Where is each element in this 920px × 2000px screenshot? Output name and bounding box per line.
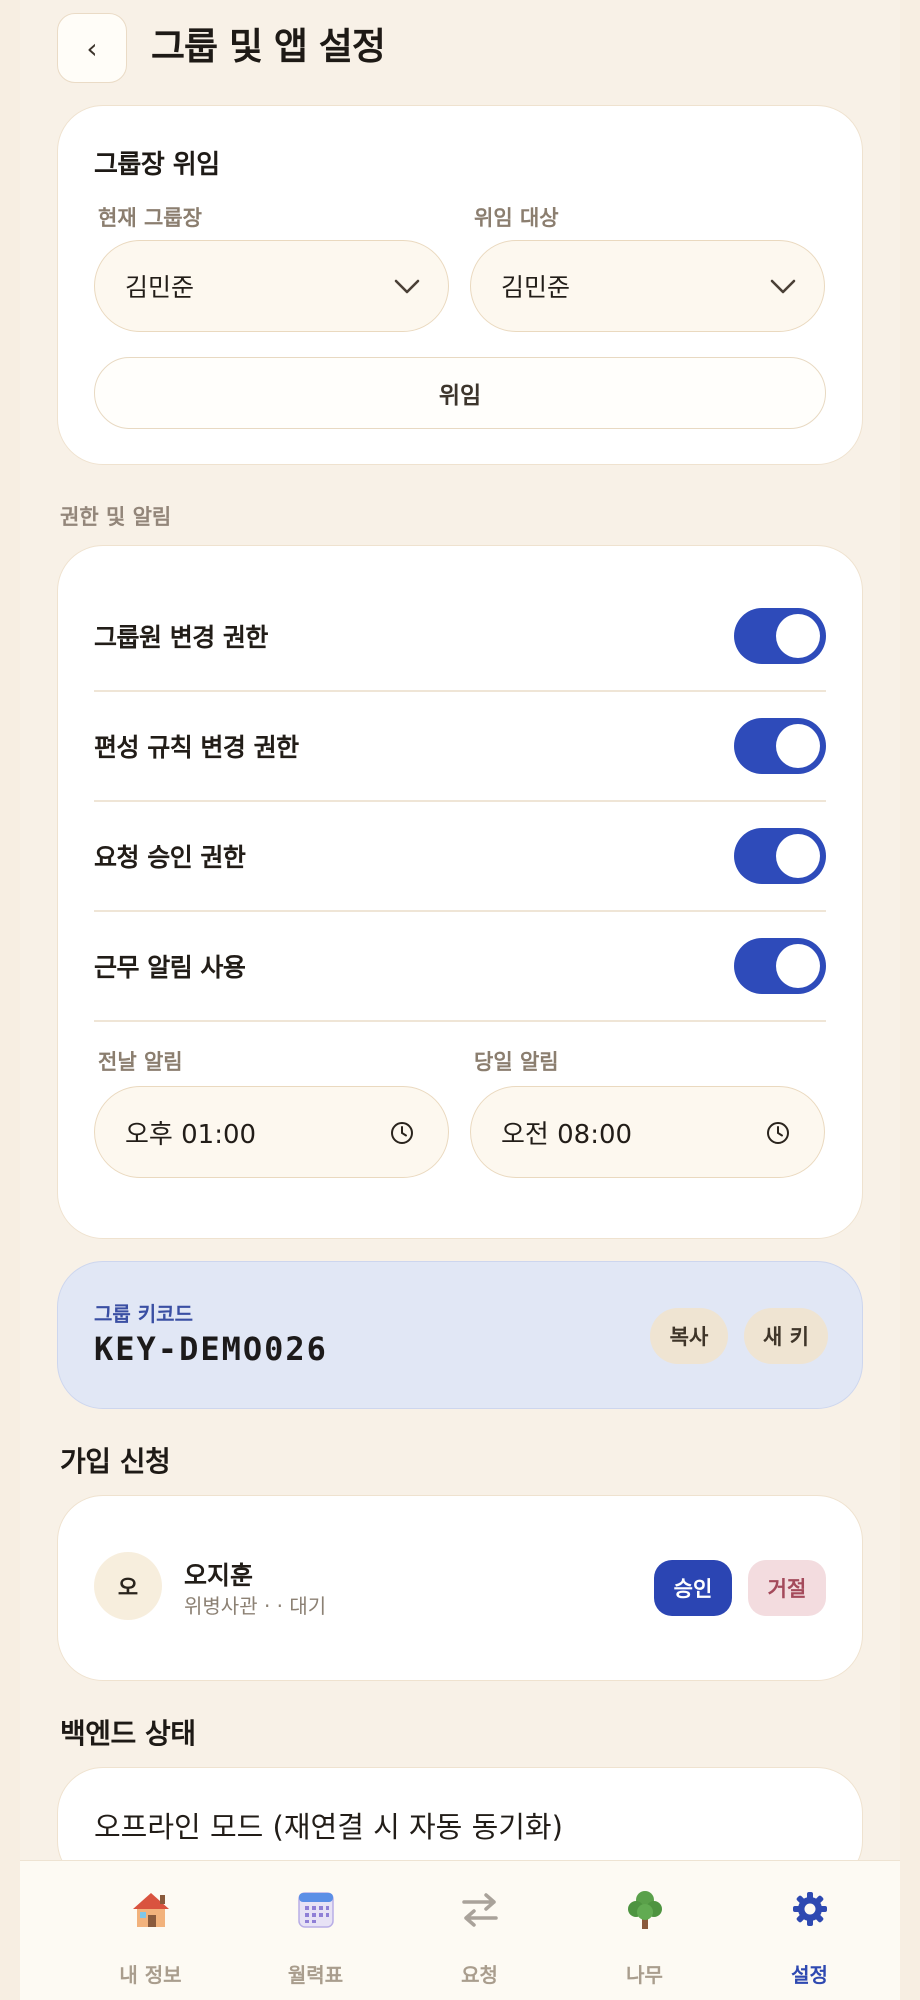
duty-alert-toggle[interactable]	[734, 938, 826, 994]
back-button[interactable]: ‹	[57, 13, 127, 83]
prev-day-alert-label: 전날 알림	[98, 1050, 183, 1074]
permission-label: 요청 승인 권한	[94, 843, 246, 872]
permission-row-request-approve: 요청 승인 권한	[94, 802, 826, 912]
current-leader-value: 김민준	[125, 273, 195, 302]
permission-row-member-edit: 그룹원 변경 권한	[94, 582, 826, 692]
current-leader-select[interactable]: 김민준	[94, 240, 449, 332]
permissions-section-label: 권한 및 알림	[60, 505, 172, 529]
swap-arrows-icon	[461, 1893, 498, 1927]
copy-key-button[interactable]: 복사	[650, 1308, 728, 1364]
nav-item-tree[interactable]: 나무	[562, 1861, 727, 2000]
group-key-card: 그룹 키코드 KEY-DEMO026 복사 새 키	[57, 1261, 863, 1409]
clock-icon	[767, 1122, 789, 1144]
delegate-target-label: 위임 대상	[474, 206, 559, 230]
page-title: 그룹 및 앱 설정	[151, 25, 386, 68]
group-key-label: 그룹 키코드	[94, 1302, 193, 1326]
prev-day-time-value: 오후 01:00	[125, 1119, 257, 1150]
group-key-value: KEY-DEMO026	[94, 1330, 328, 1368]
permission-row-rule-edit: 편성 규칙 변경 권한	[94, 692, 826, 802]
nav-item-requests[interactable]: 요청	[397, 1861, 562, 2000]
delegate-card-title: 그룹장 위임	[94, 150, 220, 180]
permissions-card: 그룹원 변경 권한 편성 규칙 변경 권한 요청 승인 권한 근무 알림 사용 …	[57, 545, 863, 1239]
calendar-icon	[297, 1892, 334, 1928]
nav-label: 설정	[791, 1963, 828, 1987]
backend-status-text: 오프라인 모드 (재연결 시 자동 동기화)	[94, 1810, 563, 1844]
new-key-button[interactable]: 새 키	[744, 1308, 828, 1364]
nav-label: 월력표	[287, 1963, 344, 1987]
request-approve-toggle[interactable]	[734, 828, 826, 884]
nav-item-calendar[interactable]: 월력표	[233, 1861, 398, 2000]
delegate-button[interactable]: 위임	[94, 357, 826, 429]
nav-label: 내 정보	[119, 1963, 182, 1987]
bottom-nav: 내 정보 월력표 요청 나무 설정	[20, 1860, 900, 2000]
tree-icon	[627, 1891, 662, 1929]
permission-label: 근무 알림 사용	[94, 953, 246, 982]
chevron-left-icon: ‹	[86, 31, 98, 65]
rule-edit-toggle[interactable]	[734, 718, 826, 774]
nav-label: 요청	[461, 1963, 498, 1987]
permission-label: 그룹원 변경 권한	[94, 623, 268, 652]
reject-button[interactable]: 거절	[748, 1560, 826, 1616]
chevron-down-icon	[770, 279, 796, 294]
join-request-card: 오 오지훈 위병사관 · · 대기 승인 거절	[57, 1495, 863, 1681]
same-day-time-value: 오전 08:00	[501, 1119, 633, 1150]
clock-icon	[391, 1122, 413, 1144]
join-requests-heading: 가입 신청	[60, 1445, 171, 1478]
permission-label: 편성 규칙 변경 권한	[94, 733, 299, 762]
delegate-target-select[interactable]: 김민준	[470, 240, 825, 332]
nav-item-settings[interactable]: 설정	[727, 1861, 892, 2000]
current-leader-label: 현재 그룹장	[98, 206, 202, 230]
prev-day-time-input[interactable]: 오후 01:00	[94, 1086, 449, 1178]
avatar: 오	[94, 1552, 162, 1620]
backend-status-heading: 백엔드 상태	[60, 1717, 196, 1750]
approve-button[interactable]: 승인	[654, 1560, 732, 1616]
applicant-name: 오지훈	[184, 1561, 254, 1590]
member-edit-toggle[interactable]	[734, 608, 826, 664]
gear-icon	[792, 1892, 827, 1926]
house-icon	[132, 1893, 169, 1927]
applicant-detail: 위병사관 · · 대기	[184, 1594, 327, 1618]
chevron-down-icon	[394, 279, 420, 294]
nav-item-my-info[interactable]: 내 정보	[68, 1861, 233, 2000]
delegate-card: 그룹장 위임 현재 그룹장 위임 대상 김민준 김민준 위임	[57, 105, 863, 465]
same-day-alert-label: 당일 알림	[474, 1050, 559, 1074]
nav-label: 나무	[626, 1963, 663, 1987]
same-day-time-input[interactable]: 오전 08:00	[470, 1086, 825, 1178]
delegate-target-value: 김민준	[501, 273, 571, 302]
permission-row-duty-alert: 근무 알림 사용	[94, 912, 826, 1022]
